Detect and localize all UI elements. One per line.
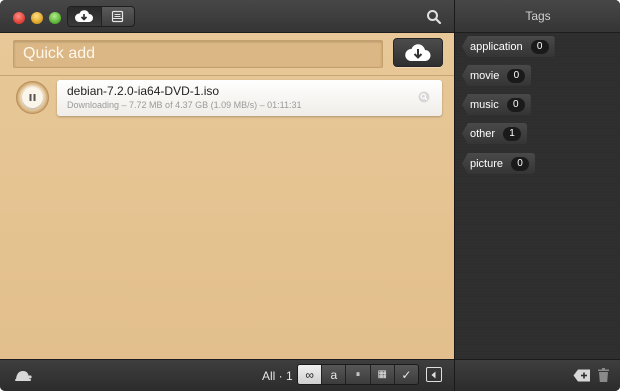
tag-count: 1 — [503, 126, 522, 141]
filter-all-button[interactable]: ∞ — [298, 365, 322, 384]
close-button[interactable] — [13, 12, 25, 24]
archive-icon — [112, 10, 124, 23]
filter-completed-button[interactable]: ✓ — [393, 365, 418, 384]
tag-label: application — [470, 40, 523, 53]
history-view-button[interactable] — [100, 7, 135, 26]
zoom-button[interactable] — [49, 12, 61, 24]
cloud-download-icon — [405, 43, 431, 61]
tag-music[interactable]: music 0 — [462, 94, 531, 115]
tag-label: music — [470, 98, 499, 111]
quick-add-button[interactable] — [393, 38, 443, 67]
add-tag-icon[interactable] — [573, 369, 591, 382]
download-name: debian-7.2.0-ia64-DVD-1.iso — [67, 84, 220, 98]
trash-icon[interactable] — [598, 368, 609, 382]
tag-other[interactable]: other 1 — [462, 123, 528, 144]
pause-icon — [29, 94, 36, 101]
minimize-button[interactable] — [31, 12, 43, 24]
downloads-view-button[interactable] — [68, 7, 101, 26]
cloud-download-icon — [75, 10, 94, 22]
turtle-icon[interactable] — [14, 368, 32, 382]
tag-count: 0 — [507, 68, 526, 83]
downloads-pane: debian-7.2.0-ia64-DVD-1.iso Downloading … — [0, 0, 454, 391]
sidebar-toggle-icon[interactable] — [426, 367, 442, 382]
download-item: debian-7.2.0-ia64-DVD-1.iso Downloading … — [12, 80, 442, 116]
bottom-toolbar: All · 1 ∞ a ⏸ ▦ ✓ — [0, 359, 454, 391]
filter-active-button[interactable]: a — [321, 365, 345, 384]
main-toolbar — [0, 0, 454, 33]
download-card[interactable]: debian-7.2.0-ia64-DVD-1.iso Downloading … — [57, 80, 442, 116]
filter-paused-button[interactable]: ⏸ — [345, 365, 369, 384]
tag-count: 0 — [506, 97, 525, 112]
pause-button[interactable] — [16, 81, 49, 114]
downloads-area: debian-7.2.0-ia64-DVD-1.iso Downloading … — [0, 33, 454, 359]
tag-label: movie — [470, 69, 500, 82]
tag-picture[interactable]: picture 0 — [462, 153, 536, 174]
filter-segmented-control: ∞ a ⏸ ▦ ✓ — [297, 364, 419, 385]
tag-movie[interactable]: movie 0 — [462, 65, 532, 86]
magnifier-icon[interactable] — [418, 91, 430, 103]
divider — [0, 75, 454, 76]
tags-title: Tags — [455, 0, 620, 33]
tag-application[interactable]: application 0 — [462, 36, 555, 57]
quick-add-input[interactable] — [13, 40, 383, 68]
filter-status-label: All · 1 — [262, 369, 293, 383]
tag-count: 0 — [530, 39, 549, 54]
tags-bottom-bar — [455, 359, 620, 391]
tag-count: 0 — [511, 156, 530, 171]
tag-label: picture — [470, 157, 504, 170]
app-window: debian-7.2.0-ia64-DVD-1.iso Downloading … — [0, 0, 620, 391]
tag-label: other — [470, 127, 496, 140]
download-status: Downloading – 7.72 MB of 4.37 GB (1.09 M… — [67, 100, 302, 110]
filter-queued-button[interactable]: ▦ — [369, 365, 394, 384]
tags-sidebar: Tags application 0 movie 0 music 0 other… — [454, 0, 620, 391]
view-mode-switcher — [67, 6, 135, 27]
search-icon[interactable] — [426, 9, 442, 25]
tags-list: application 0 movie 0 music 0 other 1 pi… — [455, 33, 620, 359]
